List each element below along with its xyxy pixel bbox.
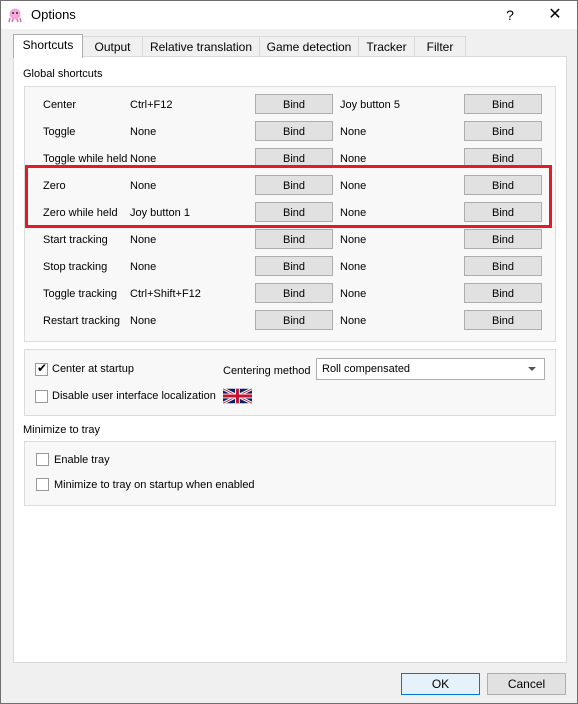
enable-tray-label: Enable tray <box>54 454 110 466</box>
close-button[interactable]: ✕ <box>541 1 569 29</box>
uk-flag-icon <box>222 387 253 407</box>
shortcut-key-secondary: Joy button 5 <box>340 99 400 111</box>
minimize-on-startup-checkbox[interactable] <box>36 478 49 491</box>
shortcut-key-secondary: None <box>340 288 367 300</box>
shortcut-key-primary: None <box>130 153 157 165</box>
app-icon <box>7 7 23 23</box>
tab-game-detection[interactable]: Game detection <box>259 36 359 57</box>
enable-tray-checkbox[interactable] <box>36 453 49 466</box>
tab-shortcuts[interactable]: Shortcuts <box>13 34 83 58</box>
shortcut-name: Start tracking <box>43 234 108 246</box>
bind-button-primary[interactable]: Bind <box>255 229 333 249</box>
center-at-startup-checkbox[interactable]: ✔ <box>35 361 48 376</box>
shortcut-key-primary: Ctrl+F12 <box>130 99 173 111</box>
cancel-button[interactable]: Cancel <box>487 673 566 695</box>
bind-button-secondary[interactable]: Bind <box>464 229 542 249</box>
shortcut-key-primary: None <box>130 315 157 327</box>
bind-button-primary[interactable]: Bind <box>255 94 333 114</box>
checkmark-icon: ✔ <box>37 361 48 375</box>
shortcut-name: Toggle while held <box>43 153 128 165</box>
bind-button-secondary[interactable]: Bind <box>464 310 542 330</box>
center-at-startup-label: Center at startup <box>52 363 134 375</box>
centering-method-select[interactable]: Roll compensated <box>316 358 545 380</box>
disable-localization-checkbox[interactable] <box>35 390 48 403</box>
title-bar: Options ? ✕ <box>1 1 577 29</box>
centering-method-label: Centering method <box>223 365 311 377</box>
bind-button-secondary[interactable]: Bind <box>464 121 542 141</box>
global-shortcuts-title: Global shortcuts <box>23 68 103 80</box>
window-title: Options <box>31 7 76 22</box>
tab-output[interactable]: Output <box>82 36 143 57</box>
shortcut-key-secondary: None <box>340 315 367 327</box>
bind-button-secondary[interactable]: Bind <box>464 256 542 276</box>
bind-button-primary[interactable]: Bind <box>255 310 333 330</box>
minimize-on-startup-label: Minimize to tray on startup when enabled <box>54 479 255 491</box>
shortcut-key-primary: None <box>130 126 157 138</box>
tab-tracker[interactable]: Tracker <box>358 36 415 57</box>
shortcut-name: Toggle <box>43 126 76 138</box>
disable-localization-label: Disable user interface localization <box>52 390 216 402</box>
shortcut-key-secondary: None <box>340 126 367 138</box>
tab-filter[interactable]: Filter <box>414 36 466 57</box>
ok-button[interactable]: OK <box>401 673 480 695</box>
bind-button-primary[interactable]: Bind <box>255 283 333 303</box>
bind-button-secondary[interactable]: Bind <box>464 94 542 114</box>
chevron-down-icon <box>528 367 536 371</box>
centering-method-value: Roll compensated <box>322 363 411 375</box>
bind-button-primary[interactable]: Bind <box>255 256 333 276</box>
shortcut-key-secondary: None <box>340 261 367 273</box>
options-window: Options ? ✕ Shortcuts Output Relative tr… <box>0 0 578 704</box>
tray-group <box>24 441 556 506</box>
shortcut-key-primary: None <box>130 234 157 246</box>
bind-button-primary[interactable]: Bind <box>255 121 333 141</box>
shortcut-key-secondary: None <box>340 234 367 246</box>
shortcut-name: Restart tracking <box>43 315 121 327</box>
shortcut-name: Center <box>43 99 77 111</box>
tab-relative-translation[interactable]: Relative translation <box>142 36 260 57</box>
shortcut-key-secondary: None <box>340 153 367 165</box>
shortcut-name: Stop tracking <box>43 261 108 273</box>
help-button[interactable]: ? <box>495 1 525 29</box>
minimize-to-tray-title: Minimize to tray <box>23 424 101 436</box>
highlight-box <box>25 165 552 228</box>
shortcut-key-primary: Ctrl+Shift+F12 <box>130 288 201 300</box>
shortcut-key-primary: None <box>130 261 157 273</box>
bind-button-secondary[interactable]: Bind <box>464 283 542 303</box>
shortcut-name: Toggle tracking <box>43 288 117 300</box>
